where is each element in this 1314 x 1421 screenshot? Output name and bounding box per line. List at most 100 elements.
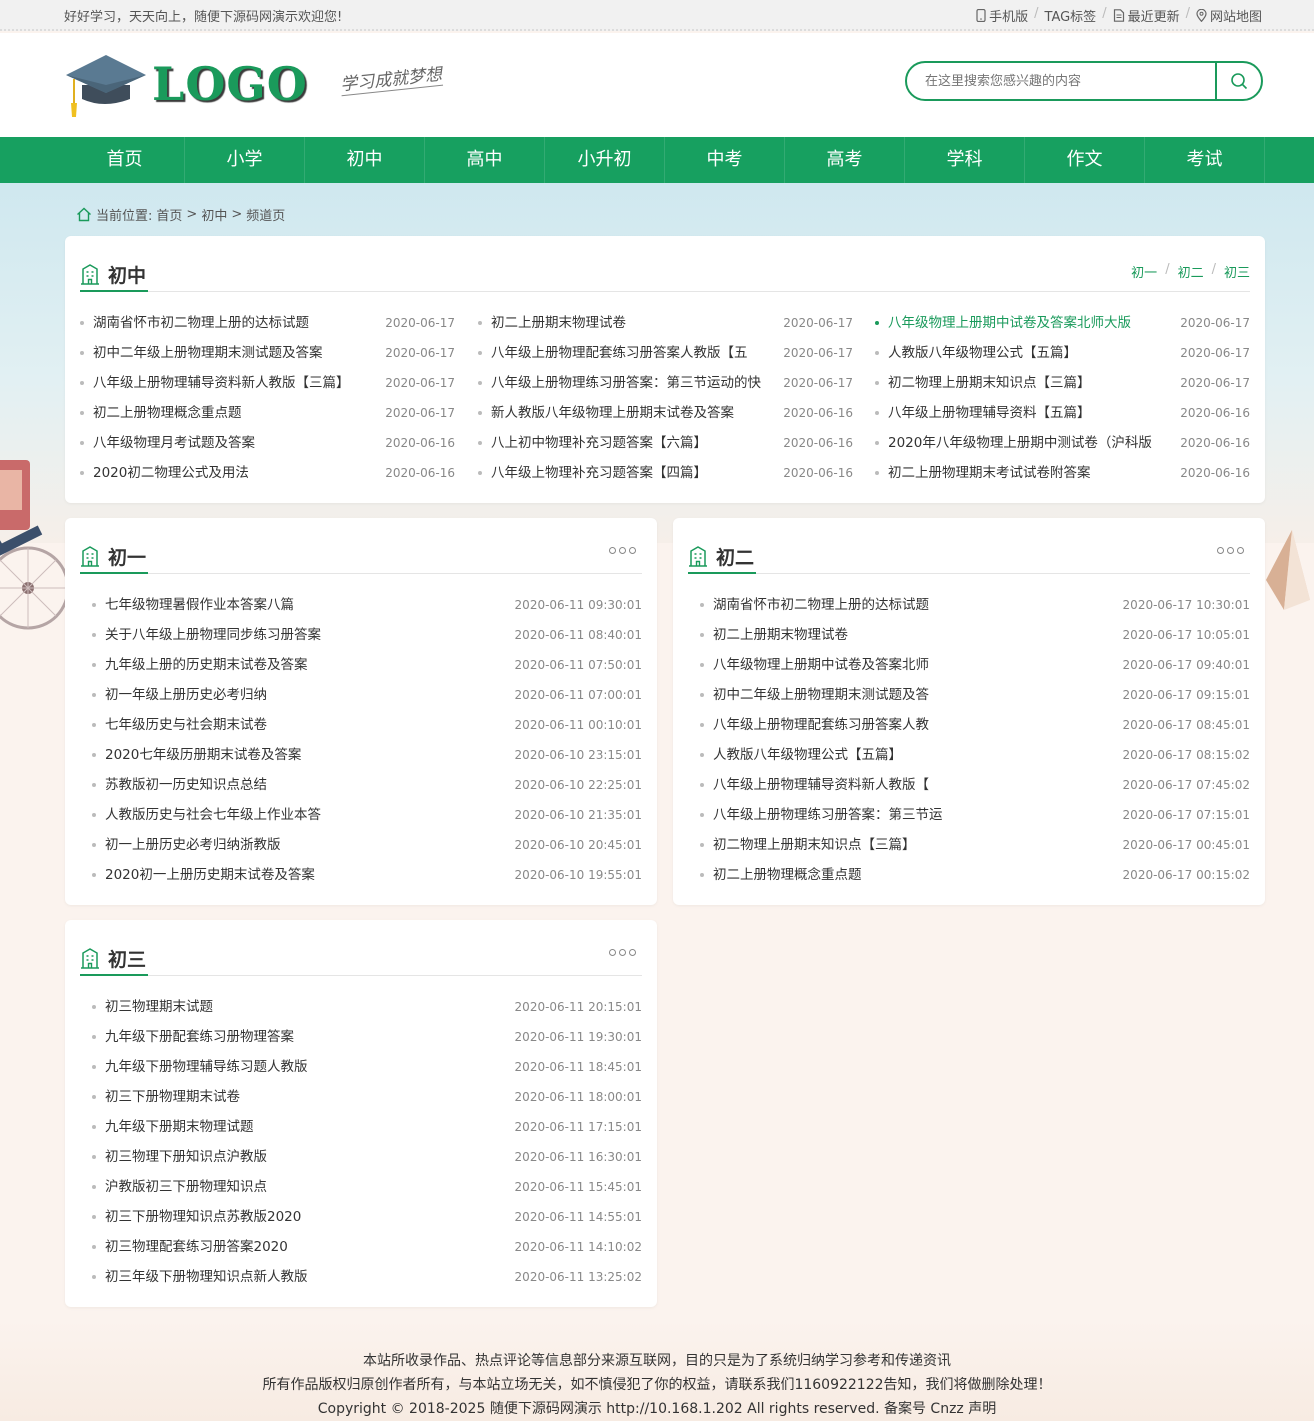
recent-updates-link[interactable]: 最近更新	[1113, 6, 1180, 25]
article-link[interactable]: 九年级下册期末物理试题	[105, 1112, 505, 1142]
list-item: 九年级下册配套练习册物理答案 2020-06-11 19:30:01	[92, 1022, 642, 1052]
article-link[interactable]: 初一上册历史必考归纳浙教版	[105, 830, 505, 860]
article-link[interactable]: 苏教版初一历史知识点总结	[105, 770, 505, 800]
article-link[interactable]: 八上初中物理补充习题答案【六篇】	[491, 428, 771, 458]
bullet-dot	[478, 321, 482, 325]
article-link[interactable]: 七年级历史与社会期末试卷	[105, 710, 505, 740]
breadcrumb-junior[interactable]: 初中	[201, 205, 227, 224]
list-item: 人教版八年级物理公式【五篇】 2020-06-17	[875, 338, 1250, 368]
bullet-dot	[875, 471, 879, 475]
bullet-dot	[875, 381, 879, 385]
article-link[interactable]: 湖南省怀市初二物理上册的达标试题	[713, 590, 1113, 620]
article-link[interactable]: 八年级上册物理配套练习册答案人教版【五	[491, 338, 771, 368]
tag-link[interactable]: TAG标签	[1045, 6, 1097, 25]
list-item: 关于八年级上册物理同步练习册答案 2020-06-11 08:40:01	[92, 620, 642, 650]
article-link[interactable]: 八年级物理月考试题及答案	[93, 428, 373, 458]
article-link[interactable]: 初三下册物理知识点苏教版2020	[105, 1202, 505, 1232]
bullet-dot	[700, 663, 704, 667]
search-input[interactable]	[925, 71, 1205, 91]
article-date: 2020-06-17	[385, 406, 455, 420]
search-button[interactable]	[1215, 63, 1261, 99]
article-link[interactable]: 八年级物理上册期中试卷及答案北师	[713, 650, 1113, 680]
nav-item[interactable]: 学科	[905, 137, 1025, 183]
breadcrumb-home[interactable]: 首页	[156, 205, 182, 224]
article-link[interactable]: 初二物理上册期末知识点【三篇】	[713, 830, 1113, 860]
list-item: 初一年级上册历史必考归纳 2020-06-11 07:00:01	[92, 680, 642, 710]
article-link[interactable]: 新人教版八年级物理上册期末试卷及答案	[491, 398, 771, 428]
list-item: 八上初中物理补充习题答案【六篇】 2020-06-16	[478, 428, 853, 458]
article-link[interactable]: 2020七年级历册期末试卷及答案	[105, 740, 505, 770]
article-link[interactable]: 初中二年级上册物理期末测试题及答	[713, 680, 1113, 710]
article-link[interactable]: 人教版八年级物理公式【五篇】	[888, 338, 1168, 368]
mobile-link-label: 手机版	[989, 10, 1029, 25]
article-link[interactable]: 初三物理期末试题	[105, 992, 505, 1022]
article-link[interactable]: 沪教版初三下册物理知识点	[105, 1172, 505, 1202]
article-link[interactable]: 九年级上册的历史期末试卷及答案	[105, 650, 505, 680]
bullet-dot	[92, 1005, 96, 1009]
nav-item[interactable]: 中考	[665, 137, 785, 183]
nav-list: 首页 小学 初中 高中 小升初 中考 高考 学科 作文 考试	[65, 137, 1265, 183]
article-link[interactable]: 湖南省怀市初二物理上册的达标试题	[93, 308, 373, 338]
article-link[interactable]: 初二物理上册期末知识点【三篇】	[888, 368, 1168, 398]
article-link[interactable]: 七年级物理暑假作业本答案八篇	[105, 590, 505, 620]
separator: /	[1034, 6, 1039, 21]
bullet-dot	[92, 1155, 96, 1159]
article-link[interactable]: 初二上册物理概念重点题	[93, 398, 373, 428]
site-logo[interactable]: LOGO	[64, 51, 307, 121]
article-link[interactable]: 八年级物理上册期中试卷及答案北师大版	[888, 308, 1168, 338]
article-link[interactable]: 八年级上册物理辅导资料新人教版【	[713, 770, 1113, 800]
article-link[interactable]: 2020年八年级物理上册期中测试卷（沪科版	[888, 428, 1168, 458]
list-item: 八年级上册物理辅导资料新人教版【三篇】 2020-06-17	[80, 368, 455, 398]
article-link[interactable]: 初二上册物理期末考试试卷附答案	[888, 458, 1168, 488]
article-link[interactable]: 关于八年级上册物理同步练习册答案	[105, 620, 505, 650]
article-link[interactable]: 初二上册期末物理试卷	[491, 308, 771, 338]
article-link[interactable]: 人教版历史与社会七年级上作业本答	[105, 800, 505, 830]
article-link[interactable]: 初一年级上册历史必考归纳	[105, 680, 505, 710]
article-link[interactable]: 人教版八年级物理公式【五篇】	[713, 740, 1113, 770]
bullet-dot	[92, 813, 96, 817]
sitemap-link[interactable]: 网站地图	[1196, 6, 1262, 25]
bullet-dot	[92, 1125, 96, 1129]
article-link[interactable]: 八年级上册物理配套练习册答案人教	[713, 710, 1113, 740]
tab-grade-1[interactable]: 初一	[1131, 262, 1157, 281]
article-link[interactable]: 八年级上册物理辅导资料【五篇】	[888, 398, 1168, 428]
grade-2-panel: 初二 湖南省怀市初二物理上册的达标试题 2020-06-17 10:30:01 初二…	[673, 518, 1265, 905]
article-link[interactable]: 初三年级下册物理知识点新人教版	[105, 1262, 505, 1292]
nav-item[interactable]: 高考	[785, 137, 905, 183]
more-button[interactable]	[1217, 547, 1244, 554]
grade-3-panel: 初三 初三物理期末试题 2020-06-11 20:15:01 九年级下册配套练习册…	[65, 920, 657, 1307]
site-footer: 本站所收录作品、热点评论等信息部分来源互联网，目的只是为了系统归纳学习参考和传递…	[0, 1320, 1314, 1421]
nav-item[interactable]: 首页	[65, 137, 185, 183]
article-link[interactable]: 八年级上物理补充习题答案【四篇】	[491, 458, 771, 488]
nav-item[interactable]: 考试	[1145, 137, 1265, 183]
breadcrumb-separator: >	[186, 207, 198, 222]
article-link[interactable]: 初三物理下册知识点沪教版	[105, 1142, 505, 1172]
nav-item[interactable]: 小学	[185, 137, 305, 183]
article-date: 2020-06-11 07:00:01	[514, 688, 642, 702]
nav-item[interactable]: 作文	[1025, 137, 1145, 183]
article-link[interactable]: 八年级上册物理辅导资料新人教版【三篇】	[93, 368, 373, 398]
article-link[interactable]: 初二上册物理概念重点题	[713, 860, 1113, 890]
article-link[interactable]: 八年级上册物理练习册答案：第三节运	[713, 800, 1113, 830]
nav-item[interactable]: 高中	[425, 137, 545, 183]
more-button[interactable]	[609, 547, 636, 554]
list-item: 初二上册物理期末考试试卷附答案 2020-06-16	[875, 458, 1250, 488]
building-icon	[689, 546, 707, 567]
article-link[interactable]: 九年级下册物理辅导练习题人教版	[105, 1052, 505, 1082]
mobile-link[interactable]: 手机版	[976, 6, 1028, 25]
nav-item[interactable]: 初中	[305, 137, 425, 183]
nav-item[interactable]: 小升初	[545, 137, 665, 183]
article-link[interactable]: 初中二年级上册物理期末测试题及答案	[93, 338, 373, 368]
article-link[interactable]: 初二上册期末物理试卷	[713, 620, 1113, 650]
panel-header: 初一	[80, 534, 642, 574]
article-link[interactable]: 八年级上册物理练习册答案：第三节运动的快	[491, 368, 771, 398]
article-link[interactable]: 2020初二物理公式及用法	[93, 458, 373, 488]
article-link[interactable]: 2020初一上册历史期末试卷及答案	[105, 860, 505, 890]
article-link[interactable]: 九年级下册配套练习册物理答案	[105, 1022, 505, 1052]
tab-grade-2[interactable]: 初二	[1178, 262, 1204, 281]
tab-grade-3[interactable]: 初三	[1224, 262, 1250, 281]
more-button[interactable]	[609, 949, 636, 956]
article-link[interactable]: 初三物理配套练习册答案2020	[105, 1232, 505, 1262]
slogan: 学习成就梦想	[338, 59, 444, 97]
article-link[interactable]: 初三下册物理期末试卷	[105, 1082, 505, 1112]
